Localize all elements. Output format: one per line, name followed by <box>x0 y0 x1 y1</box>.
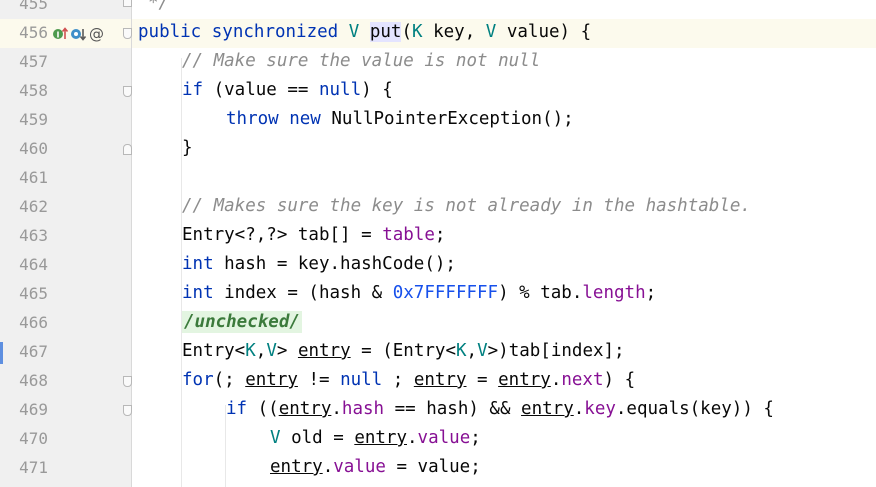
line-number: 460 <box>19 139 48 158</box>
code-text: int index = (hash & 0x7FFFFFFF) % tab.le… <box>182 283 657 303</box>
line-number: 459 <box>19 110 48 129</box>
code-text: V old = entry.value; <box>270 428 481 448</box>
fold-start-marker[interactable] <box>123 86 132 97</box>
line-number: 456 <box>19 23 48 42</box>
code-text: throw new NullPointerException(); <box>226 109 574 129</box>
code-line[interactable]: 464 int hash = key.hashCode(); <box>0 251 876 280</box>
code-line[interactable]: 462 // Makes sure the key is not already… <box>0 193 876 222</box>
code-line[interactable]: 467 Entry<K,V> entry = (Entry<K,V>)tab[i… <box>0 338 876 367</box>
fold-end-marker[interactable] <box>123 144 132 155</box>
line-number: 463 <box>19 226 48 245</box>
code-text: */ <box>148 0 170 13</box>
line-number: 457 <box>19 52 48 71</box>
code-text: if ((entry.hash == hash) && entry.key.eq… <box>226 399 774 419</box>
code-line[interactable]: 466 /unchecked/ <box>0 309 876 338</box>
svg-text:@: @ <box>89 25 104 43</box>
line-number: 470 <box>19 429 48 448</box>
code-line[interactable]: 463 Entry<?,?> tab[] = table; <box>0 222 876 251</box>
fold-start-marker[interactable] <box>123 28 132 39</box>
svg-text:I: I <box>57 31 60 40</box>
line-number: 471 <box>19 458 48 477</box>
code-line[interactable]: 457 // Make sure the value is not null <box>0 48 876 77</box>
line-number: 466 <box>19 313 48 332</box>
code-text: public synchronized V put(K key, V value… <box>138 22 592 42</box>
code-editor[interactable]: 455 */ 456 I @ public synchronized V put… <box>0 0 876 487</box>
code-text: int hash = key.hashCode(); <box>182 254 456 274</box>
gutter-icons: I @ <box>52 25 105 43</box>
code-area-current: public synchronized V put(K key, V value… <box>132 19 876 48</box>
code-text: Entry<K,V> entry = (Entry<K,V>)tab[index… <box>182 341 625 361</box>
code-text: for(; entry != null ; entry = entry.next… <box>182 370 636 390</box>
code-line[interactable]: 461 <box>0 164 876 193</box>
line-number: 462 <box>19 197 48 216</box>
line-number: 455 <box>19 0 48 13</box>
code-comment: // Makes sure the key is not already in … <box>182 196 751 216</box>
code-text: } <box>182 138 193 158</box>
code-line[interactable]: 459 throw new NullPointerException(); <box>0 106 876 135</box>
fold-start-marker[interactable] <box>123 376 132 387</box>
gutter-cell: 456 I @ <box>0 19 131 48</box>
code-text: entry.value = value; <box>270 457 481 477</box>
line-number: 468 <box>19 371 48 390</box>
gutter-cell: 455 <box>0 0 131 19</box>
implemented-up-icon[interactable]: I <box>52 25 69 43</box>
annotation-at-icon[interactable]: @ <box>88 25 105 43</box>
code-line[interactable]: 471 entry.value = value; <box>0 454 876 483</box>
code-text: if (value == null) { <box>182 80 393 100</box>
line-number: 464 <box>19 255 48 274</box>
code-line[interactable]: 470 V old = entry.value; <box>0 425 876 454</box>
line-number: 465 <box>19 284 48 303</box>
line-number: 467 <box>19 342 48 361</box>
fold-end-marker[interactable] <box>123 0 132 7</box>
overrides-down-icon[interactable] <box>70 25 87 43</box>
code-text: Entry<?,?> tab[] = table; <box>182 225 446 245</box>
fold-start-marker[interactable] <box>123 405 132 416</box>
code-comment: // Make sure the value is not null <box>182 51 541 71</box>
line-number: 458 <box>19 81 48 100</box>
code-line[interactable]: 465 int index = (hash & 0x7FFFFFFF) % ta… <box>0 280 876 309</box>
line-number: 461 <box>19 168 48 187</box>
code-annotation-comment: /unchecked/ <box>182 311 302 333</box>
line-number: 469 <box>19 400 48 419</box>
